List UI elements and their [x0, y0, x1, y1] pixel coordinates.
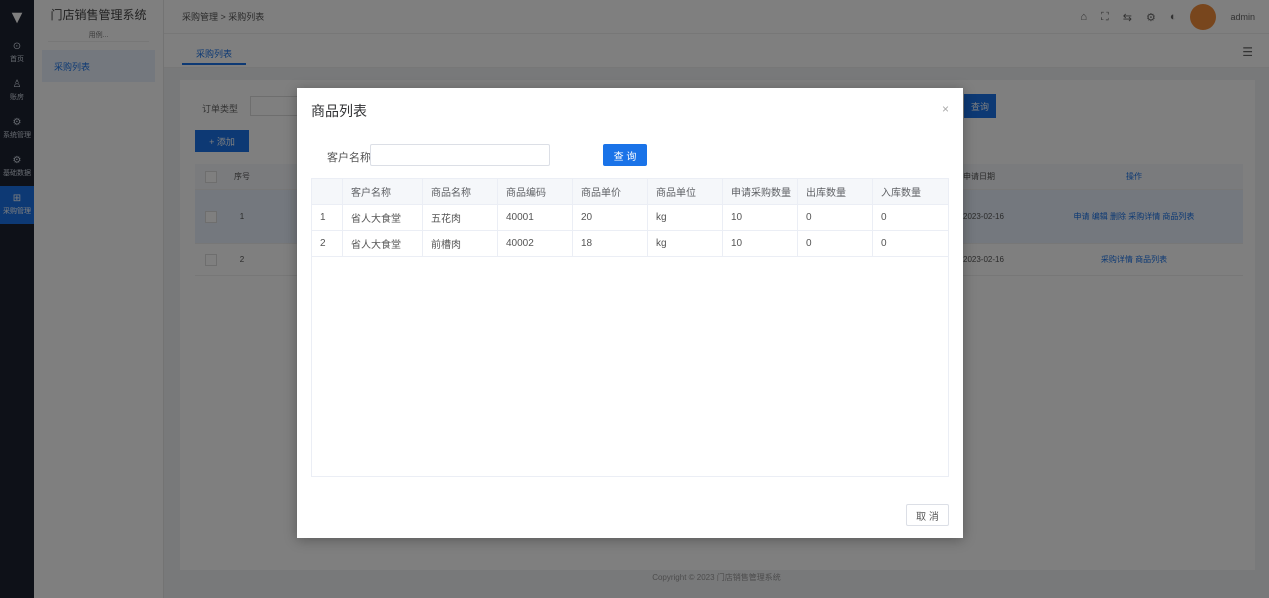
column-header-index — [312, 179, 343, 204]
table-row[interactable]: 2 省人大食堂 前槽肉 40002 18 kg 10 0 0 — [312, 231, 948, 257]
cell-index: 1 — [312, 205, 343, 230]
cell-unit: kg — [648, 205, 723, 230]
cell-outbound-qty: 0 — [798, 205, 873, 230]
column-header-outbound-qty: 出库数量 — [798, 179, 873, 204]
query-button[interactable]: 查 询 — [603, 144, 647, 166]
cell-requested-qty: 10 — [723, 205, 798, 230]
column-header-product-code: 商品编码 — [498, 179, 573, 204]
product-table: 客户名称 商品名称 商品编码 商品单价 商品单位 申请采购数量 出库数量 入库数… — [311, 178, 949, 477]
cell-inbound-qty: 0 — [881, 212, 887, 223]
cell-unit-price: 18 — [573, 231, 648, 256]
cell-requested-qty: 10 — [723, 231, 798, 256]
dialog-title: 商品列表 — [311, 103, 367, 119]
cell-product-code: 40001 — [498, 205, 573, 230]
cell-product-name: 前槽肉 — [423, 231, 498, 256]
product-list-dialog: 商品列表 × 客户名称 查 询 客户名称 商品名称 商品编码 商品单价 商品单位… — [297, 88, 963, 538]
cell-unit: kg — [648, 231, 723, 256]
cell-customer: 省人大食堂 — [343, 205, 423, 230]
cell-inbound-qty: 0 — [881, 238, 887, 249]
column-header-inbound-qty: 入库数量 — [881, 188, 921, 199]
customer-name-label: 客户名称 — [327, 152, 371, 164]
close-icon[interactable]: × — [942, 102, 949, 116]
cancel-button[interactable]: 取 消 — [906, 504, 949, 526]
column-header-product-name: 商品名称 — [423, 179, 498, 204]
cell-unit-price: 20 — [573, 205, 648, 230]
column-header-requested-qty: 申请采购数量 — [723, 179, 798, 204]
column-header-unit-price: 商品单价 — [573, 179, 648, 204]
column-header-unit: 商品单位 — [648, 179, 723, 204]
column-header-customer: 客户名称 — [343, 179, 423, 204]
table-row[interactable]: 1 省人大食堂 五花肉 40001 20 kg 10 0 0 — [312, 205, 948, 231]
table-header: 客户名称 商品名称 商品编码 商品单价 商品单位 申请采购数量 出库数量 入库数… — [312, 179, 948, 205]
cell-customer: 省人大食堂 — [343, 231, 423, 256]
cell-product-name: 五花肉 — [423, 205, 498, 230]
cell-outbound-qty: 0 — [798, 231, 873, 256]
cell-index: 2 — [312, 231, 343, 256]
cell-product-code: 40002 — [498, 231, 573, 256]
customer-name-input[interactable] — [370, 144, 550, 166]
